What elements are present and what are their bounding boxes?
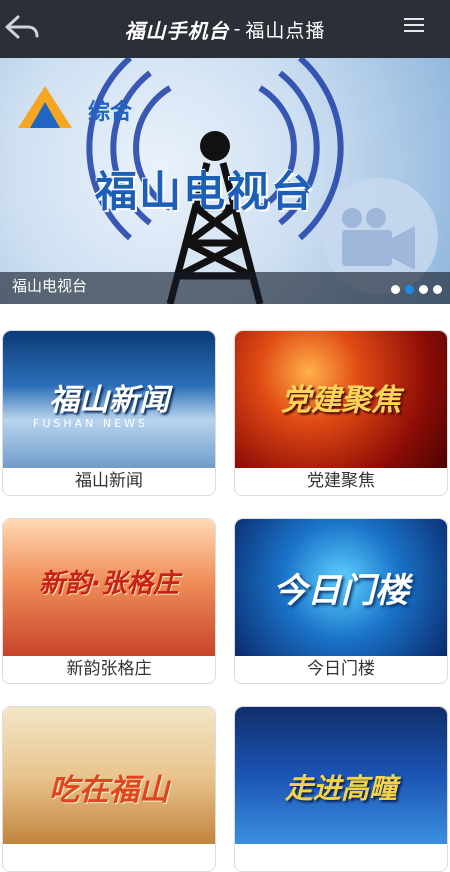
page-title: 福山手机台 - 福山点播: [125, 15, 326, 44]
channel-label: 今日门楼: [307, 659, 375, 679]
carousel-dot[interactable]: [391, 285, 400, 294]
thumbnail-text: 吃在福山: [49, 773, 169, 808]
channel-label: 党建聚焦: [307, 471, 375, 491]
channel-label: 新韵张格庄: [66, 659, 152, 679]
thumbnail-text: 党建聚焦: [281, 383, 401, 418]
hamburger-menu-icon[interactable]: [404, 18, 424, 36]
carousel-dot[interactable]: [419, 285, 428, 294]
carousel-indicators: [391, 285, 442, 294]
featured-banner[interactable]: 综合 福山电视台 福山电视台: [0, 58, 450, 304]
carousel-dot-active[interactable]: [405, 285, 414, 294]
section-name: 福山点播: [245, 19, 326, 42]
thumbnail-text: 福山新闻: [49, 383, 169, 418]
channel-thumbnail: 今日门楼: [235, 519, 447, 656]
thumbnail-text: 今日门楼: [273, 571, 409, 611]
channel-card-food[interactable]: 吃在福山: [2, 706, 216, 872]
channel-card-fushan-news[interactable]: 福山新闻 FUSHAN NEWS 福山新闻: [2, 330, 216, 496]
banner-caption: 福山电视台: [12, 277, 88, 295]
channel-card-menlou[interactable]: 今日门楼 今日门楼: [234, 518, 448, 684]
thumbnail-subtext: FUSHAN NEWS: [33, 417, 148, 430]
channel-thumbnail: 党建聚焦: [235, 331, 447, 468]
carousel-dot[interactable]: [433, 285, 442, 294]
banner-logo-text: 综合: [88, 100, 133, 125]
banner-title: 福山电视台: [95, 167, 316, 216]
app-header: 福山手机台 - 福山点播: [0, 0, 450, 58]
thumbnail-text: 走进高疃: [284, 772, 397, 805]
channel-card-party-focus[interactable]: 党建聚焦 党建聚焦: [234, 330, 448, 496]
channel-thumbnail: 吃在福山: [3, 707, 215, 844]
channel-thumbnail: 新韵·张格庄: [3, 519, 215, 656]
channel-thumbnail: 走进高疃: [235, 707, 447, 844]
channel-thumbnail: 福山新闻 FUSHAN NEWS: [3, 331, 215, 468]
title-separator: -: [233, 18, 242, 40]
channel-card-xinyun[interactable]: 新韵·张格庄 新韵张格庄: [2, 518, 216, 684]
brand-name: 福山手机台: [124, 18, 230, 43]
back-arrow-icon: [5, 15, 39, 39]
channel-card-gaotuan[interactable]: 走进高疃: [234, 706, 448, 872]
back-button[interactable]: [2, 10, 42, 46]
channel-label: 福山新闻: [75, 471, 143, 491]
thumbnail-text: 新韵·张格庄: [39, 569, 179, 599]
